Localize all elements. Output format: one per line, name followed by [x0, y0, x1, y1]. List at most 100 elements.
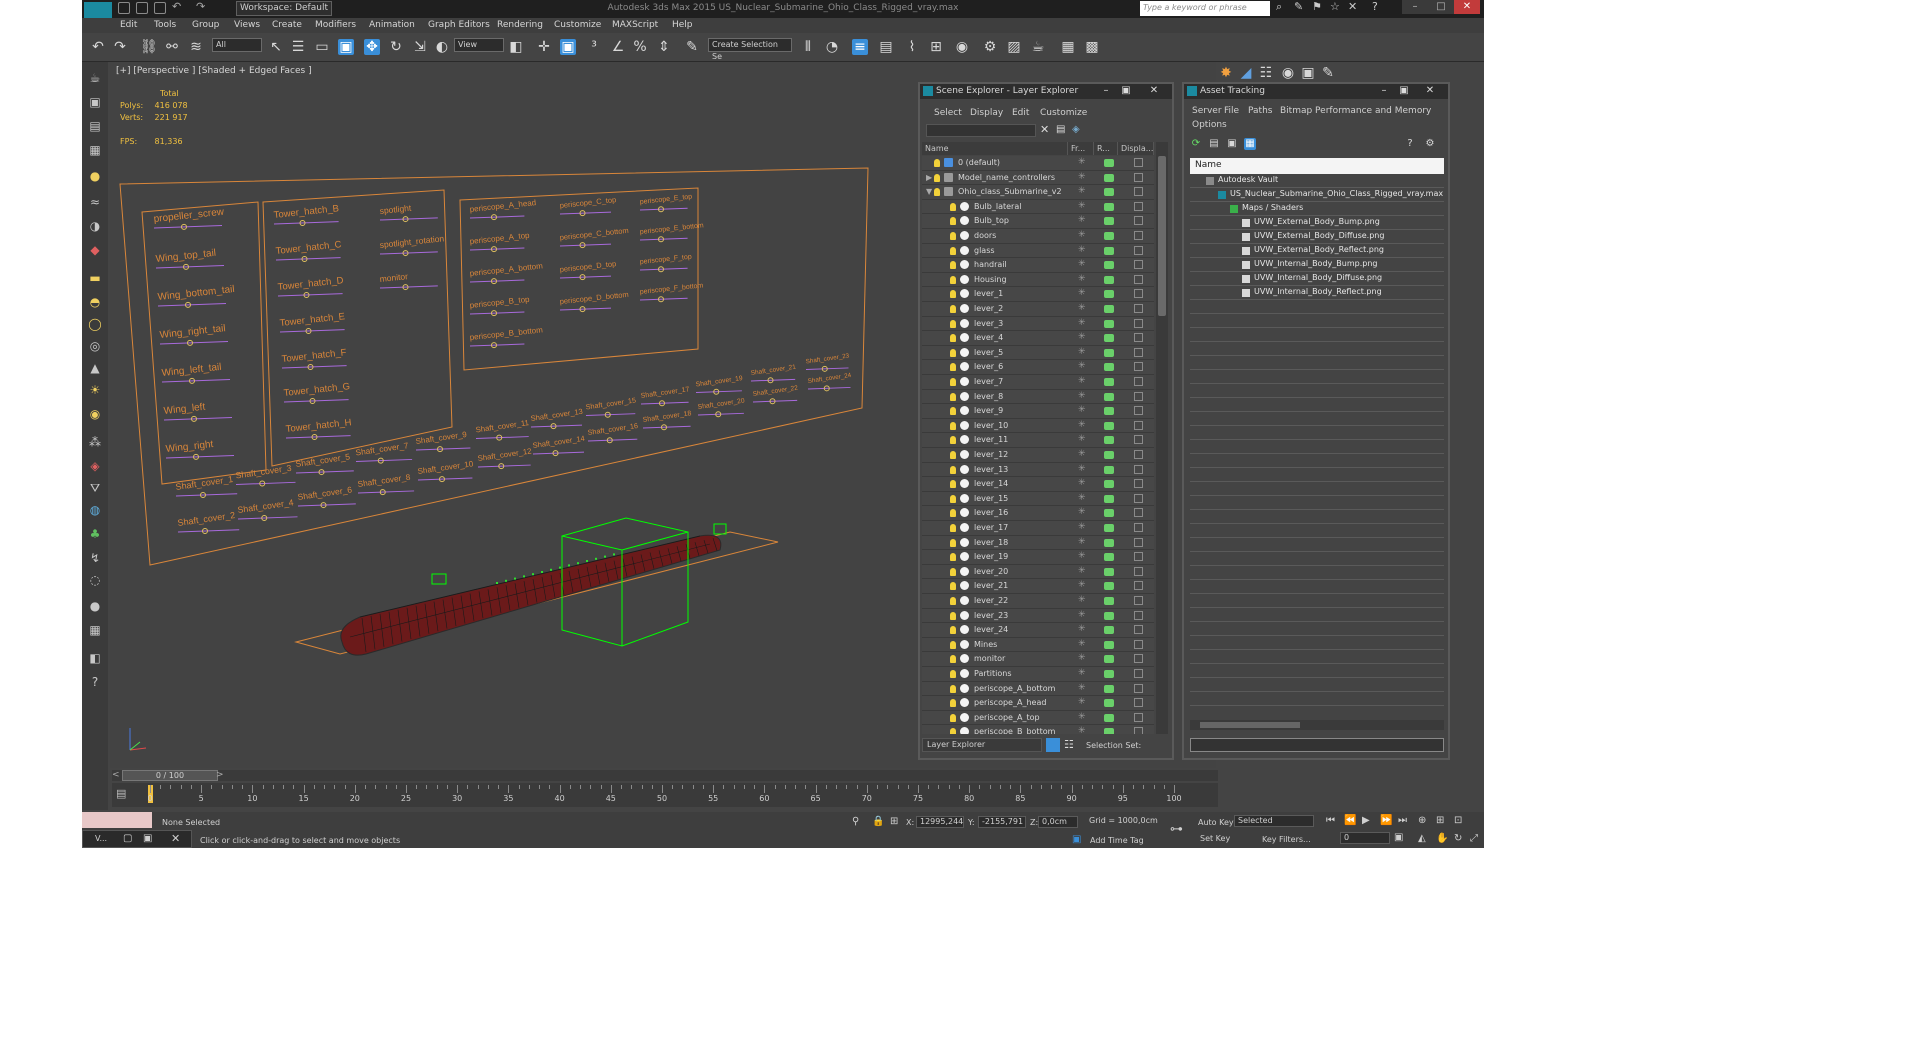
next-frame-arrow-icon[interactable]: > [216, 770, 224, 780]
renderable-teapot-icon[interactable] [1104, 363, 1114, 372]
display-box-icon[interactable] [1134, 464, 1143, 474]
auto-key-button[interactable]: Auto Key [1198, 818, 1234, 827]
panel-close-button[interactable]: ✕ [1146, 85, 1162, 97]
visibility-bulb-icon[interactable] [950, 436, 956, 445]
time-slider-knob[interactable]: 0 / 100 [122, 770, 218, 781]
renderable-teapot-icon[interactable] [1104, 611, 1114, 620]
renderable-teapot-icon[interactable] [1104, 524, 1114, 532]
renderable-teapot-icon[interactable] [1104, 319, 1114, 328]
visibility-bulb-icon[interactable] [950, 597, 956, 605]
asset-horizontal-scrollbar[interactable] [1190, 720, 1444, 730]
renderable-teapot-icon[interactable] [1104, 582, 1114, 591]
visibility-bulb-icon[interactable] [950, 611, 956, 620]
visibility-bulb-icon[interactable] [950, 421, 956, 430]
display-box-icon[interactable] [1134, 289, 1143, 299]
freeze-icon[interactable]: ✳ [1078, 653, 1086, 663]
key-icon[interactable]: ⊶ [1170, 822, 1183, 837]
dial-icon[interactable]: ◑ [87, 218, 103, 234]
renderable-teapot-icon[interactable] [1104, 173, 1114, 182]
motion-tab-icon[interactable]: ◉ [1280, 65, 1296, 81]
visibility-bulb-icon[interactable] [950, 567, 956, 576]
display-box-icon[interactable] [1134, 596, 1143, 605]
asset-row[interactable]: UVW_Internal_Body_Reflect.png [1190, 286, 1444, 300]
select-object-icon[interactable]: ↖ [268, 39, 284, 55]
favorites-icon[interactable]: ☆ [1330, 1, 1342, 14]
image-icon[interactable]: ▣ [87, 94, 103, 110]
display-box-icon[interactable] [1134, 362, 1143, 372]
display-box-icon[interactable] [1134, 304, 1143, 313]
menu-edit[interactable]: Edit [120, 20, 137, 30]
close-window-button[interactable]: ✕ [1454, 0, 1480, 14]
taskbar-label[interactable]: V... [95, 834, 107, 843]
renderable-teapot-icon[interactable] [1104, 684, 1114, 693]
isolate-icon[interactable]: ⚲ [852, 816, 859, 827]
scrollbar-thumb[interactable] [1200, 722, 1300, 728]
field-of-view-icon[interactable]: ◭ [1418, 833, 1426, 844]
mirror-icon[interactable]: ⫴ [800, 39, 816, 55]
layer-row[interactable]: 0 (default) ✳ [922, 156, 1154, 171]
snaps-toggle-icon[interactable]: ³ [586, 39, 602, 55]
rectangular-selection-icon[interactable]: ▭ [314, 39, 330, 55]
orbit-icon[interactable]: ↻ [1454, 833, 1462, 844]
visibility-bulb-icon[interactable] [950, 334, 956, 343]
object-row[interactable]: Bulb_lateral ✳ [922, 200, 1154, 215]
plant-icon[interactable]: ♣ [87, 526, 103, 542]
object-row[interactable]: lever_11 ✳ [922, 433, 1154, 448]
visibility-bulb-icon[interactable] [950, 202, 956, 211]
asset-row[interactable]: US_Nuclear_Submarine_Ohio_Class_Rigged_v… [1190, 188, 1444, 202]
undo-icon[interactable]: ↶ [172, 1, 184, 14]
visibility-bulb-icon[interactable] [950, 713, 956, 722]
object-row[interactable]: lever_20 ✳ [922, 565, 1154, 580]
keyboard-shortcut-override-icon[interactable]: ▣ [560, 39, 576, 55]
hierarchy-mode-icon[interactable]: ☷ [1064, 738, 1074, 751]
object-row[interactable]: lever_14 ✳ [922, 477, 1154, 492]
object-row[interactable]: handrail ✳ [922, 258, 1154, 273]
freeze-icon[interactable]: ✳ [1078, 493, 1086, 503]
visibility-bulb-icon[interactable] [950, 232, 956, 240]
maximize-window-button[interactable]: □ [1428, 0, 1454, 14]
percent-snap-icon[interactable]: % [632, 39, 648, 55]
object-row[interactable]: lever_8 ✳ [922, 390, 1154, 405]
x-coordinate-field[interactable]: 12995,244 [916, 816, 964, 828]
restore-icon[interactable]: ▢ [123, 833, 132, 844]
visibility-bulb-icon[interactable] [950, 290, 956, 299]
visibility-bulb-icon[interactable] [950, 261, 956, 270]
freeze-icon[interactable]: ✳ [1078, 420, 1086, 430]
close-icon[interactable]: ✕ [171, 832, 180, 845]
renderable-teapot-icon[interactable] [1104, 159, 1114, 167]
visibility-bulb-icon[interactable] [950, 363, 956, 372]
redo-icon[interactable]: ↷ [112, 39, 128, 55]
display-box-icon[interactable] [1134, 669, 1143, 678]
visibility-bulb-icon[interactable] [950, 480, 956, 489]
renderable-teapot-icon[interactable] [1104, 728, 1114, 734]
object-row[interactable]: periscope_A_head ✳ [922, 696, 1154, 711]
teapot-icon[interactable]: ☕ [87, 70, 103, 86]
texture-icon[interactable]: ◌ [87, 572, 103, 588]
column-frozen[interactable]: Fr... [1068, 142, 1094, 155]
freeze-icon[interactable]: ✳ [1078, 478, 1086, 488]
renderable-teapot-icon[interactable] [1104, 246, 1114, 255]
freeze-icon[interactable]: ✳ [1078, 566, 1086, 576]
visibility-bulb-icon[interactable] [950, 305, 956, 313]
renderable-teapot-icon[interactable] [1104, 713, 1114, 722]
play-icon[interactable]: ▶ [1362, 815, 1370, 826]
renderable-teapot-icon[interactable] [1104, 480, 1114, 489]
renderable-teapot-icon[interactable] [1104, 494, 1114, 503]
object-row[interactable]: lever_15 ✳ [922, 492, 1154, 507]
layer-list-scrollbar[interactable] [1156, 142, 1168, 734]
display-box-icon[interactable] [1134, 187, 1143, 197]
info-icon[interactable]: ? [87, 674, 103, 690]
freeze-icon[interactable]: ✳ [1078, 332, 1086, 342]
scene-search-field[interactable] [926, 124, 1036, 137]
subscription-icon[interactable]: ⚑ [1312, 1, 1324, 14]
tools-icon[interactable]: ◧ [87, 650, 103, 666]
display-box-icon[interactable] [1134, 712, 1143, 722]
display-box-icon[interactable] [1134, 479, 1143, 489]
visibility-bulb-icon[interactable] [950, 378, 956, 386]
visibility-bulb-icon[interactable] [950, 670, 956, 678]
ball-icon[interactable]: ● [87, 598, 103, 614]
pan-icon[interactable]: ✋ [1436, 833, 1448, 844]
cone-icon[interactable]: ▲ [87, 360, 103, 376]
display-box-icon[interactable] [1134, 698, 1143, 708]
link-icon[interactable]: ⛓ [140, 39, 158, 55]
